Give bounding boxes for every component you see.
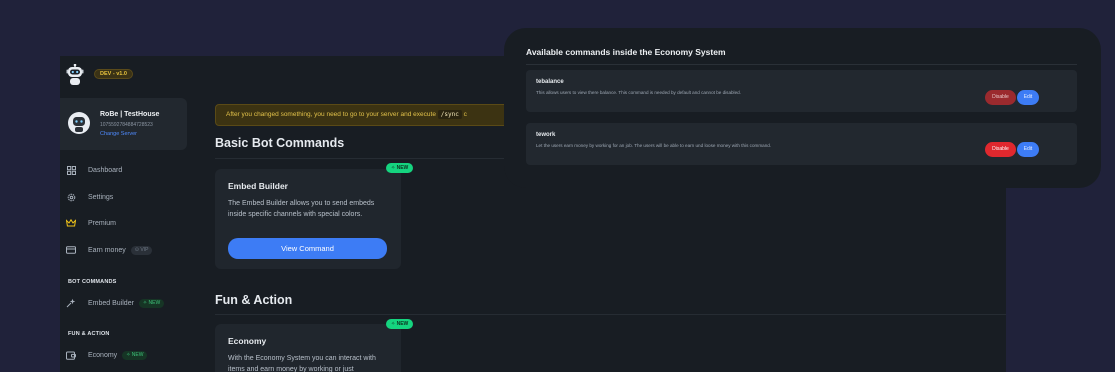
version-badge: DEV - v1.0: [94, 69, 133, 79]
nav-embed-builder[interactable]: Embed Builder ✧ NEW: [66, 296, 165, 310]
dashboard-icon: [66, 165, 76, 175]
nav-premium[interactable]: Premium: [66, 216, 116, 230]
nav-label: Earn money: [88, 246, 126, 254]
command-row: tebalance This allows users to view ther…: [526, 70, 1077, 112]
nav-dashboard[interactable]: Dashboard: [66, 163, 122, 177]
section-title-bot-commands: BOT COMMANDS: [68, 279, 117, 285]
new-badge: ✧ NEW: [386, 319, 414, 329]
embed-builder-card: Embed Builder The Embed Builder allows y…: [215, 169, 401, 269]
section-title-fun-action: FUN & ACTION: [68, 331, 110, 337]
economy-commands-panel: Available commands inside the Economy Sy…: [504, 28, 1101, 188]
sidebar: DEV - v1.0 RoBe | TestHouse 107559278488…: [60, 56, 200, 372]
nav-label: Premium: [88, 219, 117, 227]
nav-label: Embed Builder: [88, 299, 134, 307]
card-description: The Embed Builder allows you to send emb…: [228, 200, 375, 218]
change-server-link[interactable]: Change Server: [100, 131, 137, 137]
command-name: tebalance: [536, 79, 564, 85]
server-name: RoBe | TestHouse: [100, 111, 160, 118]
embed-icon: [66, 298, 76, 308]
wallet-icon: [66, 350, 76, 360]
server-id: 1075592784884728523: [100, 122, 153, 128]
crown-icon: [66, 218, 76, 228]
card-description: With the Economy System you can interact…: [228, 355, 376, 372]
card-title: Embed Builder: [228, 181, 288, 191]
card-title: Economy: [228, 336, 267, 346]
robot-logo-icon: [66, 63, 84, 86]
server-avatar: [68, 112, 90, 134]
section-heading-fun: Fun & Action: [215, 293, 293, 307]
disable-button[interactable]: Disable: [985, 90, 1016, 105]
economy-card: Economy With the Economy System you can …: [215, 324, 401, 372]
nav-label: Economy: [88, 351, 118, 359]
nav-earn-money[interactable]: Earn money ⊙ VIP: [66, 243, 153, 257]
section-heading-basic: Basic Bot Commands: [215, 136, 345, 150]
nav-settings[interactable]: Settings: [66, 190, 113, 204]
divider: [526, 64, 1077, 65]
new-badge: ✧ NEW: [122, 350, 148, 360]
command-description: Let the users earn money by working for …: [536, 143, 772, 148]
command-description: This allows users to view there balance.…: [536, 90, 741, 95]
divider: [215, 314, 1006, 315]
disable-button[interactable]: Disable: [985, 142, 1016, 157]
nav-economy[interactable]: Economy ✧ NEW: [66, 348, 148, 362]
nav-label: Dashboard: [88, 166, 123, 174]
new-badge: ✧ NEW: [386, 163, 414, 173]
command-name: tework: [536, 132, 556, 138]
card-icon: [66, 245, 76, 255]
edit-button[interactable]: Edit: [1017, 142, 1039, 157]
edit-button[interactable]: Edit: [1017, 90, 1039, 105]
command-row: tework Let the users earn money by worki…: [526, 123, 1077, 165]
vip-badge: ⊙ VIP: [130, 245, 153, 255]
gear-icon: [66, 192, 76, 202]
new-badge: ✧ NEW: [138, 298, 165, 308]
sync-command-code: /sync: [437, 110, 462, 119]
server-card: RoBe | TestHouse 1075592784884728523 Cha…: [60, 98, 187, 150]
panel-title: Available commands inside the Economy Sy…: [526, 47, 726, 57]
nav-label: Settings: [88, 193, 114, 201]
view-command-button[interactable]: View Command: [228, 238, 387, 259]
